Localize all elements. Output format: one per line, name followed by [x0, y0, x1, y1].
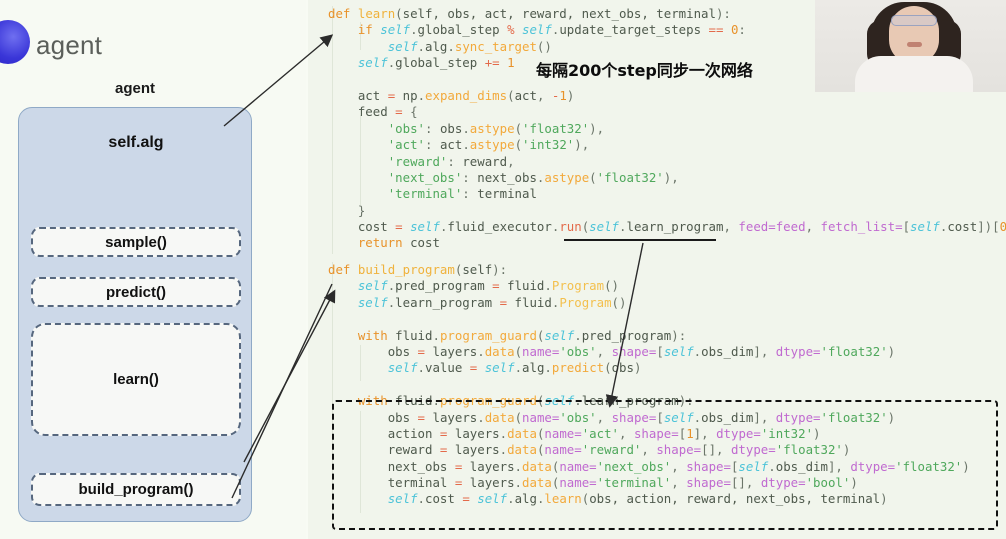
method-box-predict[interactable]: predict(): [31, 277, 241, 307]
code-line: self.learn_program = fluid.Program(): [357, 294, 627, 310]
code-line: obs = layers.data(name='obs', shape=[sel…: [387, 343, 896, 359]
code-line: def build_program(self):: [328, 262, 508, 277]
method-box-build-program[interactable]: build_program(): [31, 473, 241, 506]
method-label-build-program: build_program(): [78, 481, 194, 498]
diagram-panel: agent agent self.alg sample() predict() …: [0, 0, 306, 539]
diagram-caption: agent: [114, 80, 155, 97]
page-title: agent: [36, 30, 103, 60]
code-line: self.cost = self.alg.learn(obs, action, …: [387, 491, 888, 507]
code-line: self.pred_program = fluid.Program(): [357, 278, 620, 294]
webcam-glasses: [891, 15, 937, 26]
method-box-learn[interactable]: learn(): [31, 323, 241, 436]
agent-container-box: self.alg sample() predict() learn() buil…: [18, 107, 252, 522]
code-line: with fluid.program_guard(self.learn_prog…: [357, 393, 694, 409]
code-line: return cost: [357, 235, 440, 251]
code-block-build-program[interactable]: def build_program(self): self.pred_progr…: [308, 262, 1006, 508]
method-box-sample[interactable]: sample(): [31, 227, 241, 257]
code-line: self.value = self.alg.predict(obs): [387, 360, 642, 376]
code-line: reward = layers.data(name='reward', shap…: [387, 442, 851, 458]
annotation-sync-note: 每隔200个step同步一次网络: [536, 61, 753, 80]
webcam-body: [855, 56, 973, 92]
self-alg-label: self.alg: [108, 134, 164, 151]
presenter-webcam: [815, 0, 1006, 92]
code-line: 'obs': obs.astype('float32'),: [387, 120, 605, 136]
underline-learn-program: [564, 239, 716, 241]
code-line: with fluid.program_guard(self.pred_progr…: [357, 327, 687, 343]
code-line: 'terminal': terminal: [387, 186, 537, 202]
code-line: 'next_obs': next_obs.astype('float32'),: [387, 169, 679, 185]
code-line: feed = {: [357, 104, 418, 120]
webcam-mouth: [907, 42, 922, 47]
code-line: 'act': act.astype('int32'),: [387, 137, 590, 153]
code-line: next_obs = layers.data(name='next_obs', …: [387, 458, 970, 474]
code-line: action = layers.data(name='act', shape=[…: [387, 425, 821, 441]
brand-dot-icon: [0, 20, 30, 64]
method-label-sample: sample(): [105, 233, 167, 251]
method-label-predict: predict(): [106, 283, 166, 301]
slide-canvas: agent agent self.alg sample() predict() …: [0, 0, 1006, 539]
code-line: 'reward': reward,: [387, 153, 515, 169]
code-line: obs = layers.data(name='obs', shape=[sel…: [387, 409, 896, 425]
method-label-learn: learn(): [113, 371, 159, 388]
code-line: }: [357, 202, 366, 218]
code-line: terminal = layers.data(name='terminal', …: [387, 475, 858, 491]
code-line: cost = self.fluid_executor.run(self.lear…: [357, 219, 1006, 235]
